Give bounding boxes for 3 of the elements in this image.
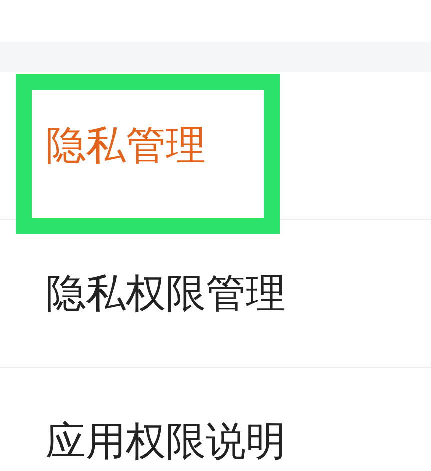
section-title: 隐私管理 bbox=[46, 124, 206, 168]
settings-item[interactable]: 隐私权限管理 bbox=[46, 272, 286, 316]
settings-item[interactable]: 应用权限说明 bbox=[46, 420, 286, 464]
